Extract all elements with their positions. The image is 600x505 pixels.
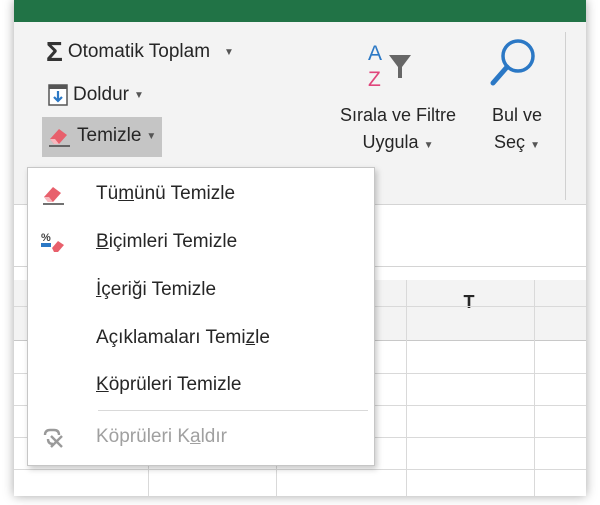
- label-part: Açıklamaları Temi: [96, 327, 246, 348]
- menu-item-label: Biçimleri Temizle: [96, 231, 237, 253]
- menu-item-clear-comments[interactable]: Açıklamaları Temizle: [28, 317, 374, 359]
- fill-label: Doldur: [73, 84, 129, 105]
- gridline: [534, 280, 535, 496]
- chevron-down-icon: ▼: [530, 140, 540, 151]
- sort-filter-line2-wrap: Uygula ▼: [314, 129, 482, 159]
- access-key: m: [118, 183, 135, 204]
- gridline: [14, 469, 586, 470]
- label-part: ldır: [200, 426, 227, 447]
- sort-filter-line2: Uygula: [362, 132, 419, 152]
- label-part: le: [255, 327, 270, 348]
- title-bar: [14, 0, 586, 22]
- sigma-icon: Σ: [46, 36, 63, 67]
- clear-dropdown-menu: Tümünü Temizle % Biçimleri Temizle İçeri…: [27, 167, 375, 466]
- menu-item-label: Köprüleri Temizle: [96, 374, 241, 396]
- autosum-button[interactable]: Σ Otomatik Toplam ▼: [46, 36, 234, 68]
- menu-item-remove-hyperlinks: Köprüleri Kaldır: [28, 416, 374, 458]
- ribbon-separator: [565, 32, 566, 200]
- access-key: B: [96, 231, 109, 252]
- access-key: z: [245, 327, 256, 348]
- autosum-label: Otomatik Toplam: [67, 41, 211, 62]
- label-part: öprüleri Temizle: [108, 374, 242, 395]
- label-part: ünü Temizle: [134, 183, 236, 204]
- fill-button[interactable]: Doldur ▼: [48, 79, 144, 111]
- svg-text:%: %: [41, 232, 51, 244]
- fill-down-icon: [48, 84, 68, 106]
- menu-separator: [98, 410, 368, 411]
- menu-item-label: Köprüleri Kaldır: [96, 426, 227, 448]
- sort-filter-button[interactable]: Sırala ve Filtre Uygula ▼: [314, 102, 482, 159]
- remove-hyperlink-icon: [40, 426, 76, 448]
- access-key: a: [190, 426, 201, 447]
- eraser-icon: [40, 183, 76, 205]
- clear-formats-icon: %: [40, 230, 76, 254]
- menu-item-label: Tümünü Temizle: [96, 183, 235, 205]
- label-part: içimleri Temizle: [108, 231, 238, 252]
- chevron-down-icon: ▼: [133, 89, 144, 101]
- chevron-down-icon: ▼: [423, 140, 434, 151]
- menu-item-label: İçeriği Temizle: [96, 279, 216, 301]
- magnifier-icon: [488, 36, 540, 97]
- sort-filter-line1: Sırala ve Filtre: [339, 105, 457, 125]
- find-select-line2: Seç: [494, 132, 526, 152]
- chevron-down-icon: ▼: [146, 130, 157, 142]
- menu-item-clear-contents[interactable]: İçeriği Temizle: [28, 269, 374, 311]
- svg-text:A: A: [368, 42, 382, 65]
- label-part: çeriği Temizle: [101, 279, 217, 300]
- clear-label: Temizle: [77, 125, 142, 146]
- svg-text:Z: Z: [368, 68, 381, 91]
- access-key: K: [96, 374, 109, 395]
- menu-item-label: Açıklamaları Temizle: [96, 327, 270, 349]
- label-part: Tü: [96, 183, 119, 204]
- sort-filter-icon: A Z: [363, 38, 421, 97]
- clear-button[interactable]: Temizle ▼: [42, 117, 163, 157]
- column-header-t[interactable]: T: [406, 292, 532, 313]
- chevron-down-icon: ▼: [224, 46, 234, 58]
- label-part: Köprüleri K: [96, 426, 190, 447]
- find-select-line1: Bul ve: [491, 105, 543, 125]
- menu-item-clear-formats[interactable]: % Biçimleri Temizle: [28, 221, 374, 263]
- find-select-button[interactable]: Bul ve Seç ▼: [480, 102, 554, 159]
- menu-item-clear-all[interactable]: Tümünü Temizle: [28, 173, 374, 215]
- gridline: [406, 280, 407, 496]
- find-select-line2-wrap: Seç ▼: [480, 129, 554, 159]
- eraser-icon: [46, 125, 72, 147]
- menu-item-clear-hyperlinks[interactable]: Köprüleri Temizle: [28, 364, 374, 406]
